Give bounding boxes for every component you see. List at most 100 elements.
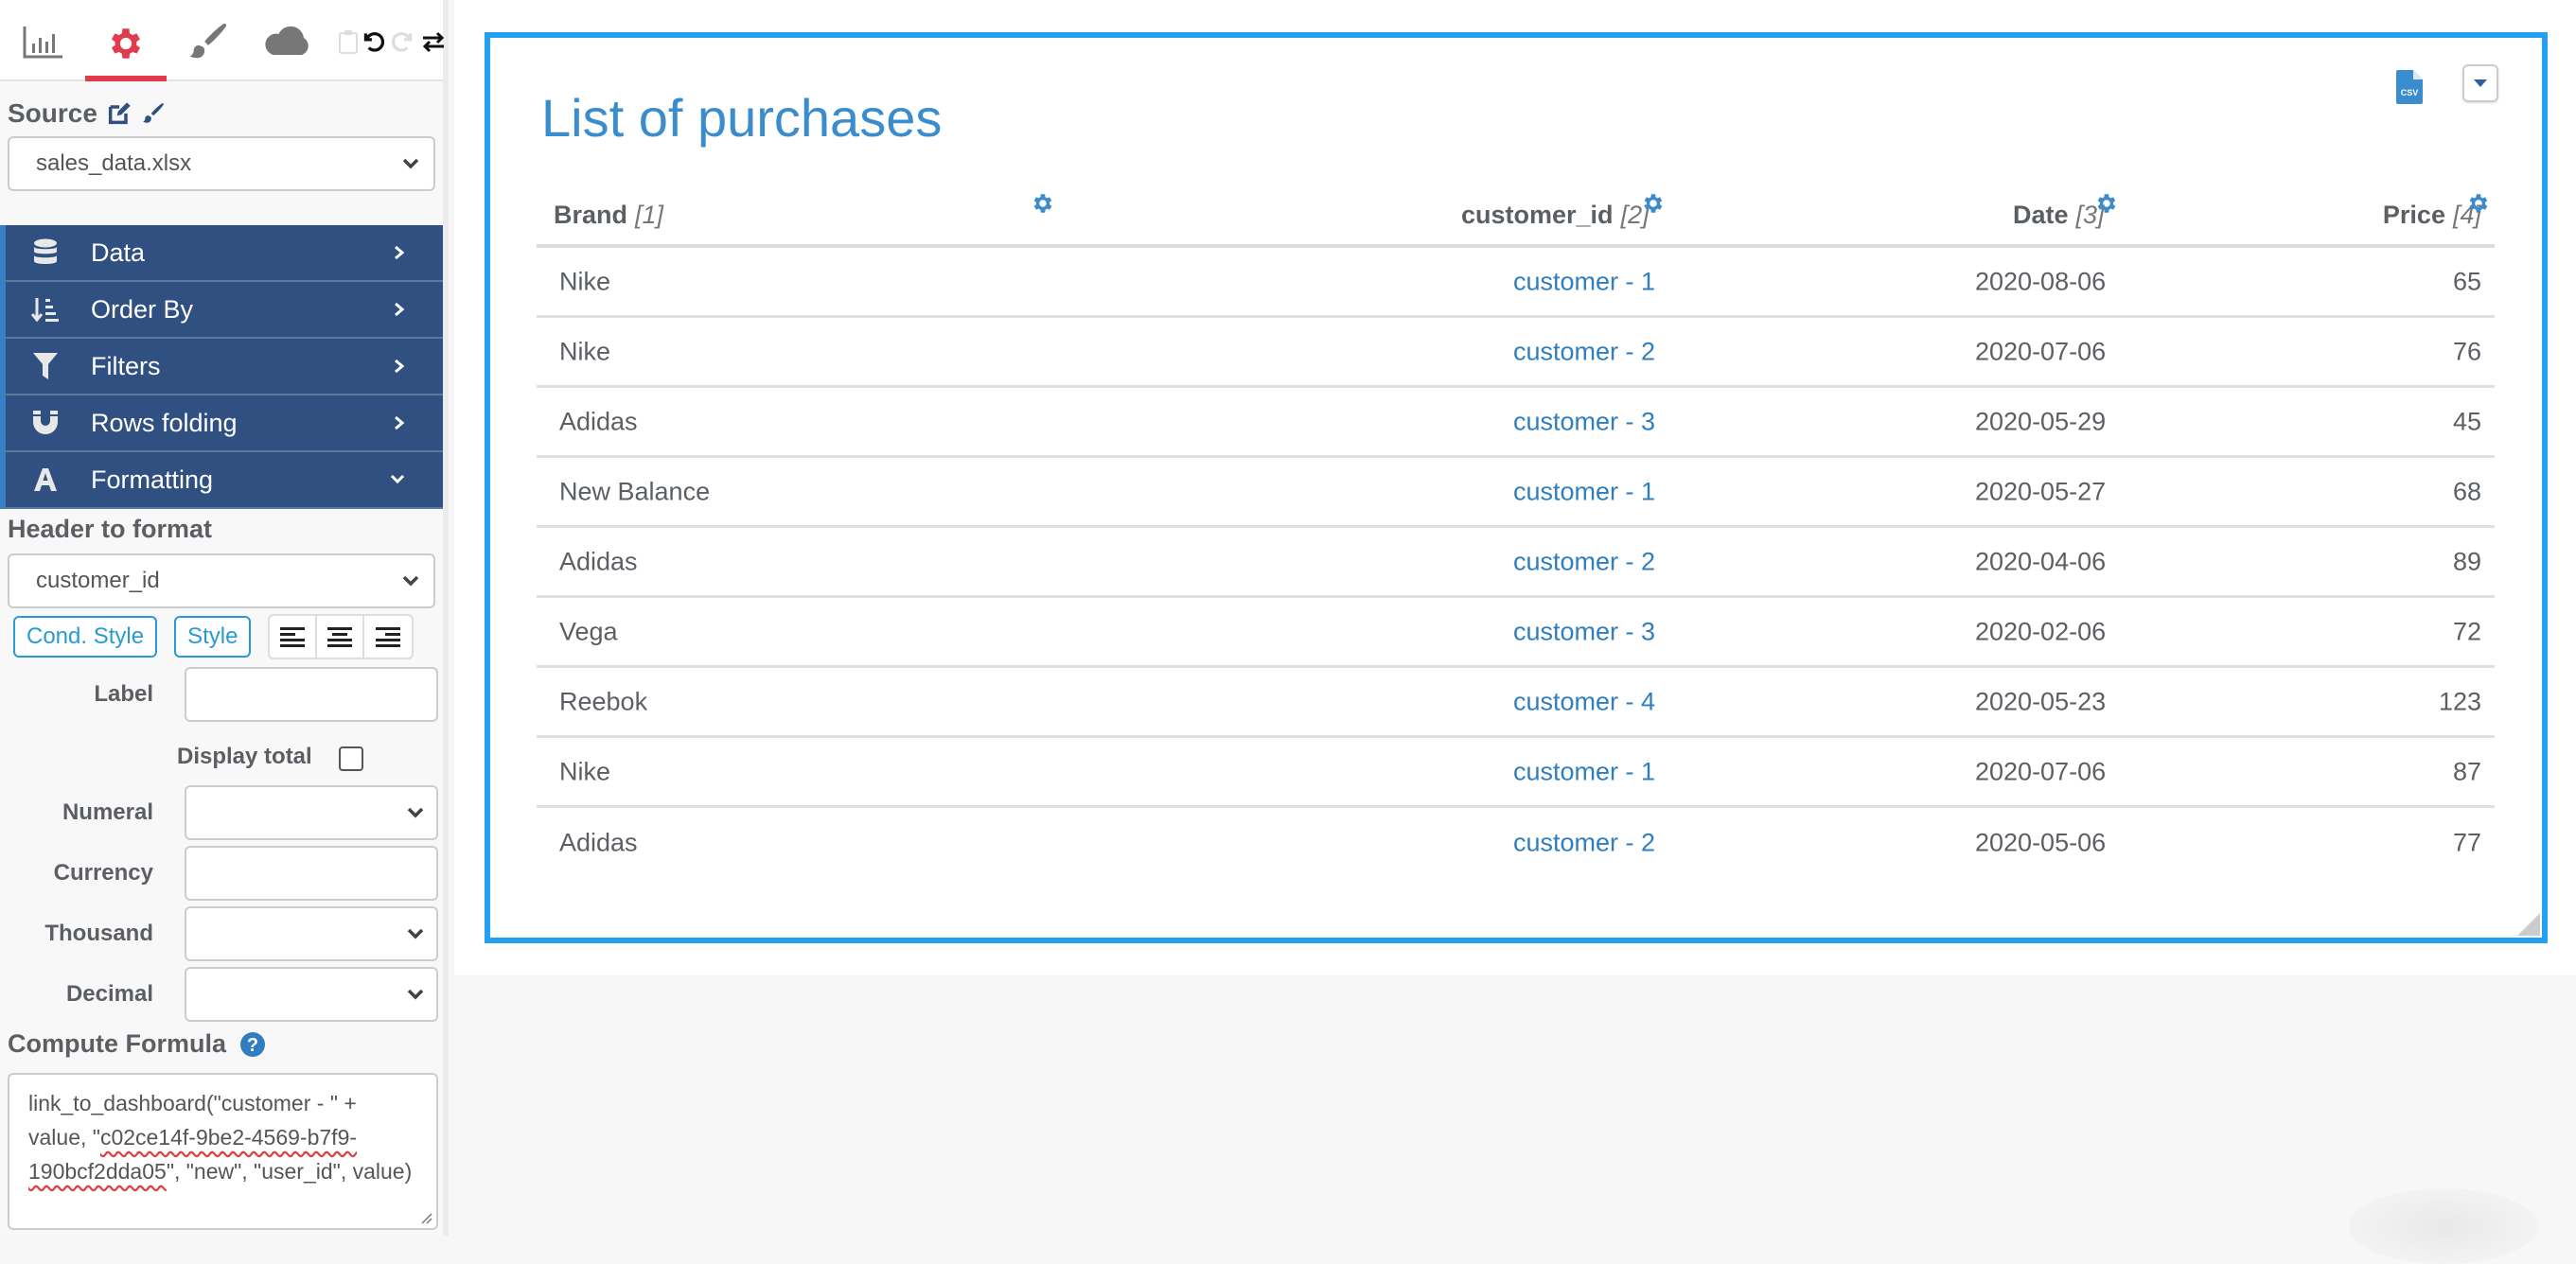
table-row: Vegacustomer - 32020-02-0672 — [537, 598, 2495, 668]
table-row: Adidascustomer - 22020-05-0677 — [537, 808, 2495, 878]
accordion-filters[interactable]: Filters — [0, 339, 443, 395]
cell-price: 123 — [2439, 687, 2481, 716]
display-total-checkbox[interactable] — [339, 746, 363, 771]
table-body: Nikecustomer - 12020-08-0665Nikecustomer… — [537, 248, 2495, 878]
tab-cloud[interactable] — [259, 11, 318, 72]
cell-customer-link[interactable]: customer - 4 — [1513, 687, 1655, 716]
swap-icon — [421, 30, 446, 53]
chevron-right-icon — [394, 415, 405, 430]
column-header-brand[interactable]: Brand[1] — [554, 201, 663, 230]
currency-input[interactable] — [185, 846, 438, 901]
source-select[interactable]: sales_data.xlsx — [8, 136, 435, 191]
column-header-date[interactable]: Date[3] — [2013, 201, 2105, 230]
align-left-button[interactable] — [270, 616, 317, 658]
alignment-group — [268, 614, 414, 659]
magnet-icon — [32, 410, 59, 436]
tab-chart[interactable] — [17, 11, 70, 72]
edit-icon[interactable] — [105, 100, 133, 127]
cell-brand: Adidas — [559, 407, 638, 436]
help-icon[interactable]: ? — [239, 1031, 266, 1058]
chevron-down-icon — [406, 988, 425, 1001]
chevron-right-icon — [394, 302, 405, 317]
align-right-button[interactable] — [364, 616, 412, 658]
compute-formula-label: Compute Formula — [8, 1029, 226, 1059]
table-widget[interactable]: List of purchases CSV Brand[1] customer_… — [485, 32, 2548, 943]
cond-style-button[interactable]: Cond. Style — [13, 616, 157, 658]
column-settings-gear-icon[interactable] — [1641, 191, 1666, 216]
cell-customer-link[interactable]: customer - 1 — [1513, 267, 1655, 296]
column-settings-gear-icon[interactable] — [2094, 191, 2119, 216]
svg-text:?: ? — [247, 1035, 258, 1056]
label-input[interactable] — [185, 667, 438, 722]
column-settings-gear-icon[interactable] — [2466, 191, 2491, 216]
decimal-label: Decimal — [66, 981, 153, 1008]
accordion-label: Formatting — [91, 465, 213, 495]
table-row: Nikecustomer - 12020-07-0687 — [537, 738, 2495, 808]
source-select-value: sales_data.xlsx — [36, 150, 191, 177]
widget-menu-button[interactable] — [2462, 64, 2498, 102]
redo-button[interactable] — [390, 28, 416, 55]
table-row: New Balancecustomer - 12020-05-2768 — [537, 458, 2495, 528]
csv-export-icon[interactable]: CSV — [2396, 70, 2423, 104]
cell-price: 76 — [2453, 337, 2481, 366]
align-center-button[interactable] — [317, 616, 364, 658]
table-row: Adidascustomer - 22020-04-0689 — [537, 528, 2495, 598]
cell-date: 2020-07-06 — [1975, 757, 2106, 786]
compute-formula-header: Compute Formula ? — [8, 1029, 266, 1059]
cell-customer-link[interactable]: customer - 1 — [1513, 477, 1655, 506]
accordion-rows-folding[interactable]: Rows folding — [0, 395, 443, 452]
decimal-select[interactable] — [185, 967, 438, 1022]
font-icon — [33, 467, 58, 492]
editor-toolbar — [0, 0, 443, 81]
display-total-row: Display total — [0, 730, 449, 783]
numeral-select[interactable] — [185, 785, 438, 840]
cell-customer-link[interactable]: customer - 2 — [1513, 337, 1655, 366]
numeral-row: Numeral — [0, 785, 449, 840]
thousand-select[interactable] — [185, 906, 438, 961]
cell-customer-link[interactable]: customer - 3 — [1513, 617, 1655, 646]
chevron-down-icon — [406, 806, 425, 819]
paintbrush-icon[interactable] — [141, 101, 166, 126]
clipboard-button[interactable] — [335, 28, 362, 55]
accordion-formatting[interactable]: Formatting — [0, 452, 443, 509]
clipboard-icon — [339, 29, 358, 54]
compute-formula-textarea[interactable]: link_to_dashboard("customer - " + value,… — [8, 1073, 438, 1230]
cell-price: 77 — [2453, 829, 2481, 858]
widget-resize-handle[interactable] — [2517, 913, 2540, 936]
source-label: Source — [8, 98, 97, 129]
chevron-right-icon — [394, 359, 405, 374]
header-to-format-label: Header to format — [0, 509, 443, 544]
cell-date: 2020-05-23 — [1975, 687, 2106, 716]
cell-date: 2020-07-06 — [1975, 337, 2106, 366]
style-button[interactable]: Style — [174, 616, 251, 658]
cell-brand: Nike — [559, 267, 610, 296]
accordion-data[interactable]: Data — [0, 225, 443, 282]
cell-customer-link[interactable]: customer - 3 — [1513, 407, 1655, 436]
currency-row: Currency — [0, 846, 449, 901]
cell-brand: New Balance — [559, 477, 710, 506]
chevron-down-icon — [406, 927, 425, 940]
table-row: Nikecustomer - 12020-08-0665 — [537, 248, 2495, 318]
currency-label: Currency — [54, 860, 153, 887]
cell-customer-link[interactable]: customer - 1 — [1513, 757, 1655, 786]
cell-price: 87 — [2453, 757, 2481, 786]
cell-date: 2020-08-06 — [1975, 267, 2106, 296]
decorative-shadow — [2349, 1188, 2538, 1264]
cell-customer-link[interactable]: customer - 2 — [1513, 547, 1655, 576]
cell-customer-link[interactable]: customer - 2 — [1513, 829, 1655, 858]
tab-settings[interactable] — [85, 11, 167, 81]
undo-button[interactable] — [360, 28, 386, 55]
cell-brand: Adidas — [559, 829, 638, 858]
cell-brand: Nike — [559, 337, 610, 366]
column-header-customer-id[interactable]: customer_id[2] — [1461, 201, 1650, 230]
gear-icon — [106, 24, 146, 63]
table-row: Nike customer - 2 2020-07-06 76 — [537, 318, 2495, 388]
accordion-order-by[interactable]: Order By — [0, 282, 443, 339]
tab-style[interactable] — [182, 11, 235, 72]
resize-handle-icon[interactable] — [419, 1211, 432, 1224]
paintbrush-icon — [186, 20, 230, 63]
chevron-right-icon — [394, 245, 405, 260]
header-select[interactable]: customer_id — [8, 553, 435, 608]
column-settings-gear-icon[interactable] — [1031, 191, 1055, 216]
swap-button[interactable] — [420, 28, 447, 55]
